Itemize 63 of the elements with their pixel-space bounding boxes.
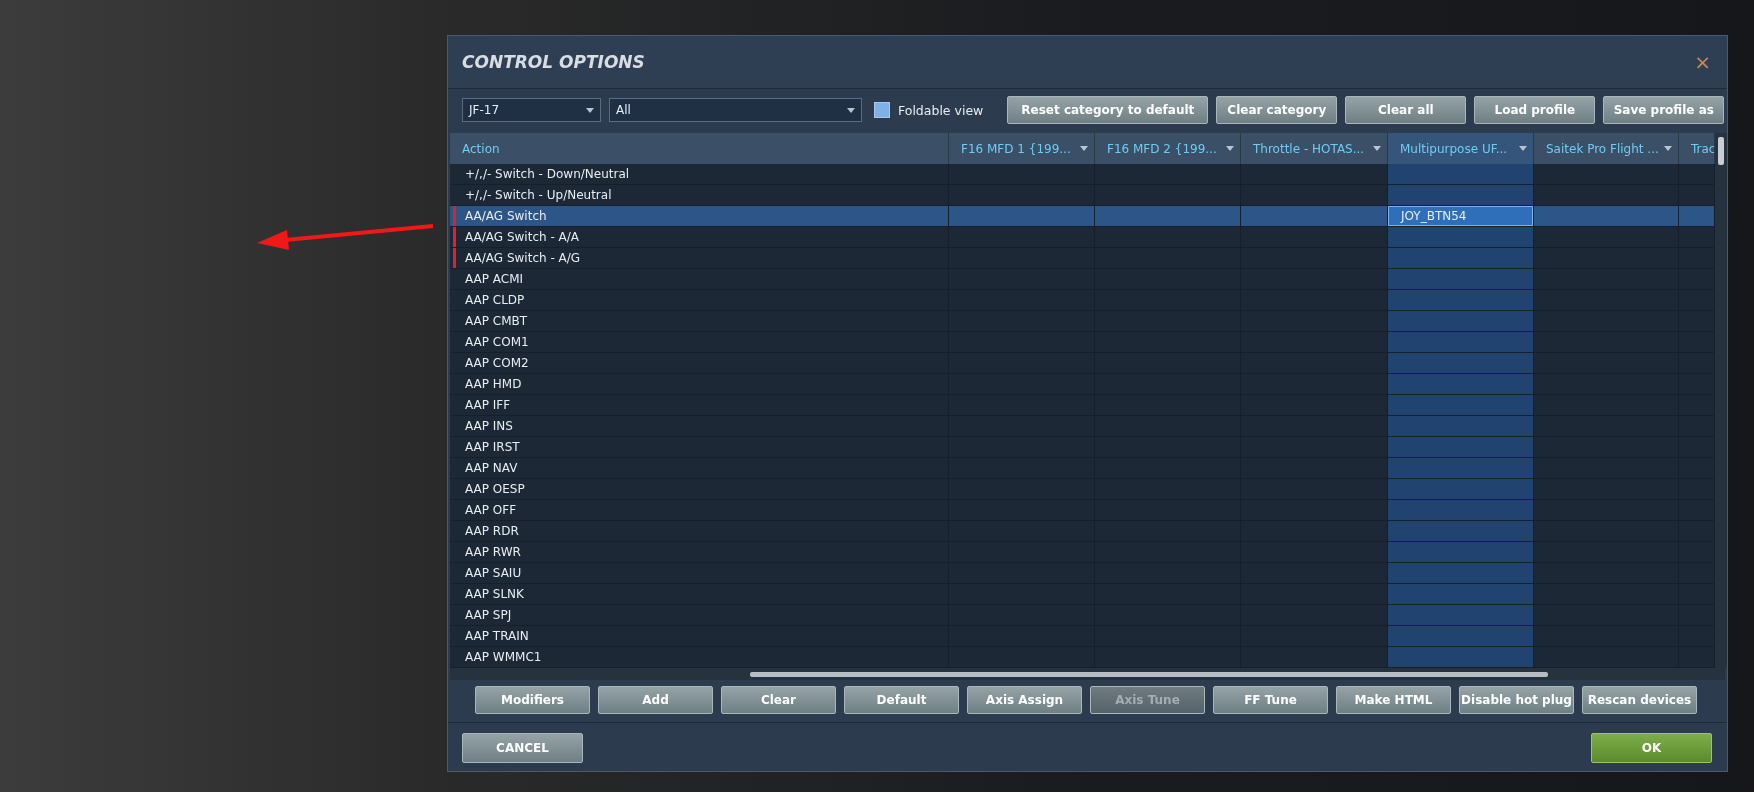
action-cell: AA/AG Switch - A/A xyxy=(450,227,949,248)
table-row[interactable]: +/,/- Switch - Up/Neutral xyxy=(450,185,1715,206)
column-header[interactable]: Multipurpose UF... xyxy=(1388,133,1534,164)
table-row[interactable]: AA/AG Switch JOY_BTN54 xyxy=(450,206,1715,227)
table-row[interactable]: AAP IRST xyxy=(450,437,1715,458)
action-cell: AAP COM2 xyxy=(450,353,949,374)
table-row[interactable]: AAP COM1 xyxy=(450,332,1715,353)
action-cell: AAP SLNK xyxy=(450,584,949,605)
table-row[interactable]: AAP HMD xyxy=(450,374,1715,395)
dropdown-caret-icon xyxy=(847,107,855,113)
table-row[interactable]: AAP COM2 xyxy=(450,353,1715,374)
action-cell: AAP SAIU xyxy=(450,563,949,584)
table-row[interactable]: AAP ACMI xyxy=(450,269,1715,290)
dropdown-caret-icon xyxy=(1226,146,1234,151)
dropdown-caret-icon xyxy=(586,107,594,113)
table-row[interactable]: AAP CLDP xyxy=(450,290,1715,311)
foldable-label: Foldable view xyxy=(898,102,984,118)
table-row[interactable]: AAP WMMC1 xyxy=(450,647,1715,668)
action-cell: +/,/- Switch - Down/Neutral xyxy=(450,164,949,185)
action-cell: AAP OFF xyxy=(450,500,949,521)
aircraft-dropdown[interactable]: JF-17 xyxy=(462,98,601,122)
action-cell: AAP RDR xyxy=(450,521,949,542)
binding-cell[interactable]: JOY_BTN54 xyxy=(1388,206,1533,226)
dropdown-caret-icon xyxy=(1080,146,1088,151)
table-row[interactable]: AAP SLNK xyxy=(450,584,1715,605)
horizontal-scrollbar[interactable] xyxy=(450,668,1725,680)
action-cell: AAP RWR xyxy=(450,542,949,563)
dropdown-caret-icon xyxy=(1373,146,1381,151)
vertical-scrollbar[interactable] xyxy=(1715,133,1727,668)
action-cell: AAP INS xyxy=(450,416,949,437)
action-cell: AAP CMBT xyxy=(450,311,949,332)
window-title: CONTROL OPTIONS xyxy=(462,52,645,72)
table-row[interactable]: AAP INS xyxy=(450,416,1715,437)
table-row[interactable]: AAP CMBT xyxy=(450,311,1715,332)
action-cell: AAP HMD xyxy=(450,374,949,395)
action-cell: AAP ACMI xyxy=(450,269,949,290)
table-row[interactable]: AAP TRAIN xyxy=(450,626,1715,647)
table-row[interactable]: AAP OESP xyxy=(450,479,1715,500)
category-dropdown[interactable]: All xyxy=(609,98,862,122)
action-cell: AAP OESP xyxy=(450,479,949,500)
table-row[interactable]: AAP IFF xyxy=(450,395,1715,416)
action-cell: AA/AG Switch xyxy=(450,206,949,227)
table-row[interactable]: AA/AG Switch - A/A xyxy=(450,227,1715,248)
table-row[interactable]: AAP SAIU xyxy=(450,563,1715,584)
table-row[interactable]: AAP NAV xyxy=(450,458,1715,479)
close-button[interactable]: × xyxy=(1692,52,1713,72)
table-row[interactable]: +/,/- Switch - Down/Neutral xyxy=(450,164,1715,185)
action-cell: AAP IFF xyxy=(450,395,949,416)
action-cell: AAP COM1 xyxy=(450,332,949,353)
table-row[interactable]: AAP OFF xyxy=(450,500,1715,521)
action-cell: AA/AG Switch - A/G xyxy=(450,248,949,269)
action-cell: AAP TRAIN xyxy=(450,626,949,647)
dropdown-caret-icon xyxy=(1664,146,1672,151)
dropdown-caret-icon xyxy=(1519,146,1527,151)
table-row[interactable]: AAP RDR xyxy=(450,521,1715,542)
action-cell: AAP SPJ xyxy=(450,605,949,626)
action-cell: AAP CLDP xyxy=(450,290,949,311)
action-cell: AAP IRST xyxy=(450,437,949,458)
table-row[interactable]: AAP SPJ xyxy=(450,605,1715,626)
table-row[interactable]: AAP RWR xyxy=(450,542,1715,563)
table-row[interactable]: AA/AG Switch - A/G xyxy=(450,248,1715,269)
foldable-checkbox[interactable] xyxy=(874,102,890,118)
action-cell: AAP NAV xyxy=(450,458,949,479)
